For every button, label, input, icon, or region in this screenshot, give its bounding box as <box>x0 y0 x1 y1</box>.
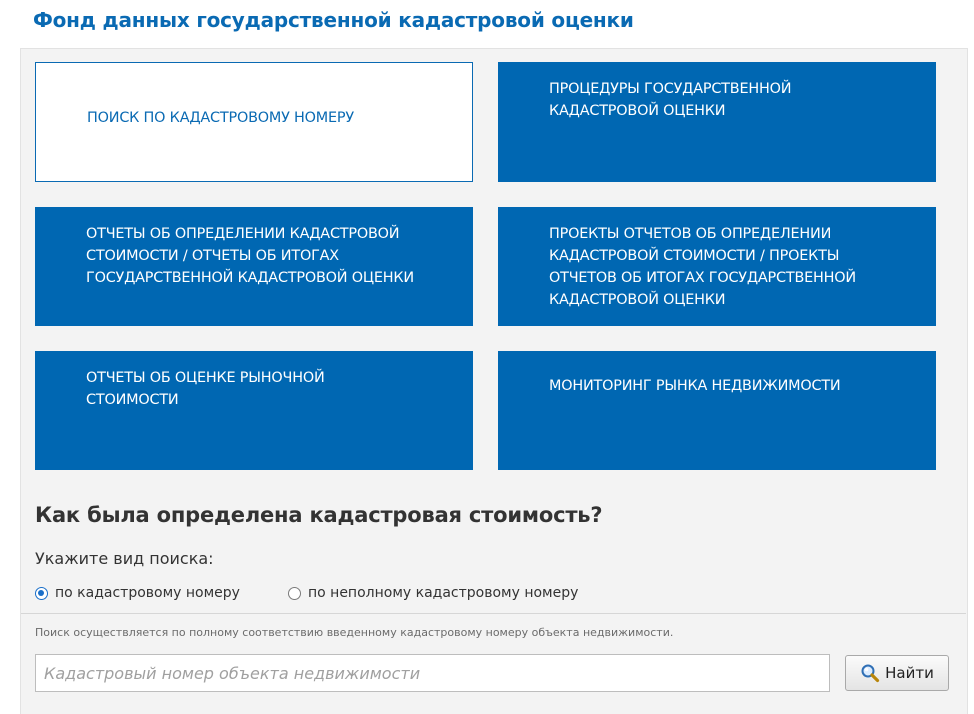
search-kind-label: Укажите вид поиска: <box>35 549 214 568</box>
tile-label: МОНИТОРИНГ РЫНКА НЕДВИЖИМОСТИ <box>549 378 841 394</box>
tile-valuation-procedures[interactable]: ПРОЦЕДУРЫ ГОСУДАРСТВЕННОЙ КАДАСТРОВОЙ ОЦ… <box>498 62 936 182</box>
radio-partial-number[interactable]: по неполному кадастровому номеру <box>288 583 578 603</box>
tile-label: ПОИСК ПО КАДАСТРОВОМУ НОМЕРУ <box>87 110 354 126</box>
tile-label: ОТЧЕТЫ ОБ ОЦЕНКЕ РЫНОЧНОЙ СТОИМОСТИ <box>86 370 325 408</box>
radio-label: по кадастровому номеру <box>55 585 240 601</box>
tile-real-estate-market-monitoring[interactable]: МОНИТОРИНГ РЫНКА НЕДВИЖИМОСТИ <box>498 351 936 470</box>
tile-label: ОТЧЕТЫ ОБ ОПРЕДЕЛЕНИИ КАДАСТРОВОЙ СТОИМО… <box>86 226 414 286</box>
find-button-label: Найти <box>885 664 934 682</box>
find-button[interactable]: Найти <box>845 655 949 691</box>
page-title: Фонд данных государственной кадастровой … <box>33 8 634 32</box>
cadastral-number-input[interactable] <box>35 654 830 692</box>
search-hint: Поиск осуществляется по полному соответс… <box>35 626 674 639</box>
search-section-title: Как была определена кадастровая стоимост… <box>35 503 603 527</box>
radio-unchecked-icon[interactable] <box>288 586 301 600</box>
radio-full-number[interactable]: по кадастровому номеру <box>35 583 240 603</box>
tile-valuation-reports[interactable]: ОТЧЕТЫ ОБ ОПРЕДЕЛЕНИИ КАДАСТРОВОЙ СТОИМО… <box>35 207 473 326</box>
tile-search-by-cadastral-number[interactable]: ПОИСК ПО КАДАСТРОВОМУ НОМЕРУ <box>35 62 473 182</box>
radio-label: по неполному кадастровому номеру <box>308 585 579 601</box>
tile-label: ПРОЦЕДУРЫ ГОСУДАРСТВЕННОЙ КАДАСТРОВОЙ ОЦ… <box>549 81 792 119</box>
magnifier-icon <box>861 664 880 683</box>
divider <box>21 613 966 614</box>
radio-checked-icon[interactable] <box>35 586 48 600</box>
tile-draft-valuation-reports[interactable]: ПРОЕКТЫ ОТЧЕТОВ ОБ ОПРЕДЕЛЕНИИ КАДАСТРОВ… <box>498 207 936 326</box>
tile-market-value-reports[interactable]: ОТЧЕТЫ ОБ ОЦЕНКЕ РЫНОЧНОЙ СТОИМОСТИ <box>35 351 473 470</box>
tile-label: ПРОЕКТЫ ОТЧЕТОВ ОБ ОПРЕДЕЛЕНИИ КАДАСТРОВ… <box>549 226 856 308</box>
